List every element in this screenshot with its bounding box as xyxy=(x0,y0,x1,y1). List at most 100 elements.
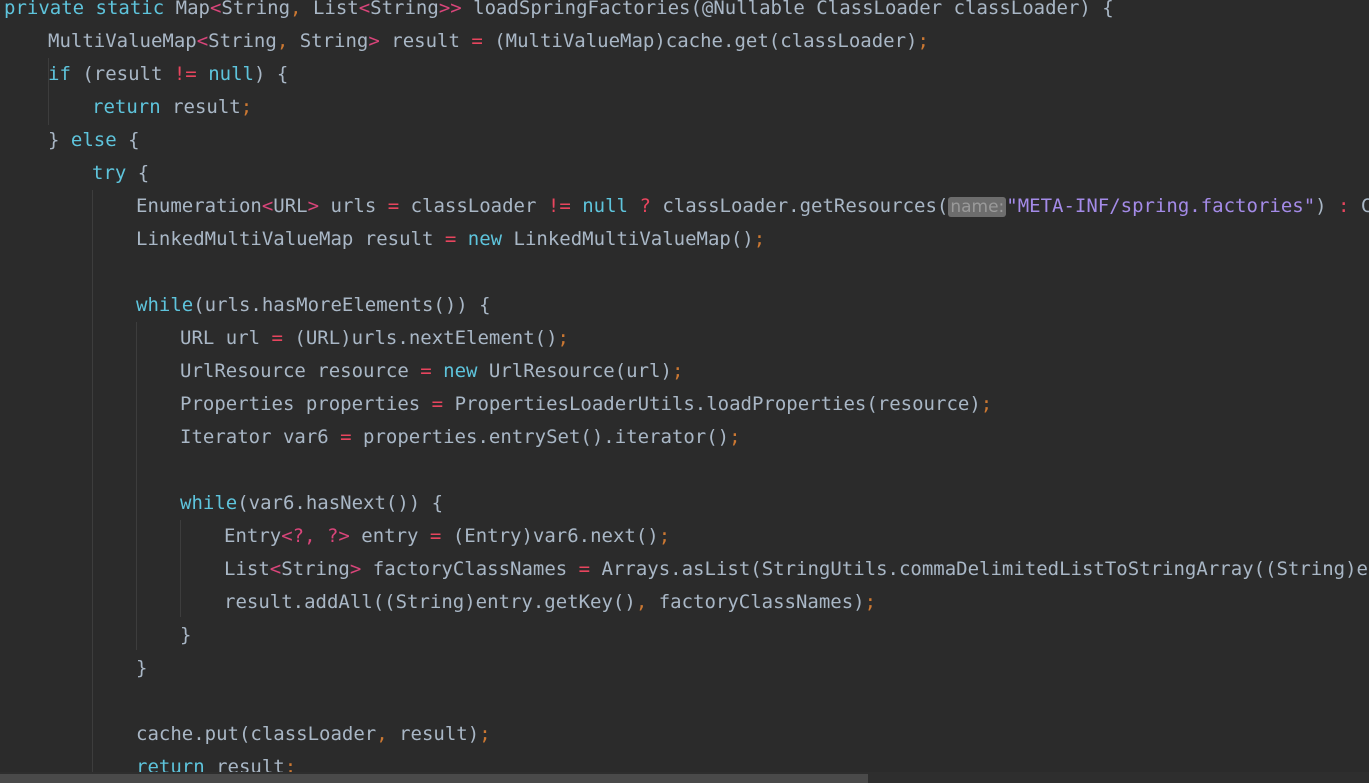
horizontal-scrollbar[interactable] xyxy=(0,772,1369,783)
code-token: } xyxy=(180,624,192,646)
code-token: , xyxy=(276,30,289,52)
code-token: String xyxy=(299,30,369,52)
code-token: result) xyxy=(387,723,480,745)
code-token: ) xyxy=(1315,195,1339,217)
code-token: , xyxy=(376,723,388,745)
code-token: private xyxy=(4,0,85,19)
code-line[interactable]: cache.put(classLoader, result); xyxy=(136,718,491,751)
code-token: resource xyxy=(305,360,421,382)
code-token: = xyxy=(444,228,457,250)
code-token: { xyxy=(116,129,140,151)
code-token: UrlResource xyxy=(180,360,306,382)
code-token: static xyxy=(95,0,165,19)
code-token: , xyxy=(635,591,648,613)
code-token: } xyxy=(136,657,148,679)
code-token: Arrays.asList(StringUtils.commaDelimited… xyxy=(601,558,1369,580)
code-token: new xyxy=(467,228,503,250)
indent-guide xyxy=(180,520,181,617)
code-token: Entry xyxy=(224,525,282,547)
code-token: > xyxy=(368,30,380,52)
code-token: PropertiesLoaderUtils.loadProperties(res… xyxy=(443,393,981,415)
code-token: ; xyxy=(658,525,671,547)
code-token: loadSpringFactories(@Nullable ClassLoade… xyxy=(461,0,1114,19)
code-token: cache.put(classLoader xyxy=(136,723,377,745)
code-line[interactable]: } xyxy=(136,652,147,685)
code-line[interactable]: Enumeration<URL> urls = classLoader != n… xyxy=(136,190,1369,223)
code-line[interactable]: Properties properties = PropertiesLoader… xyxy=(180,388,992,421)
code-token: List xyxy=(224,558,270,580)
code-token: URL xyxy=(273,195,308,217)
code-line[interactable]: LinkedMultiValueMap result = new LinkedM… xyxy=(136,223,765,256)
code-token: properties xyxy=(294,393,432,415)
code-token: : xyxy=(1338,195,1350,217)
code-token: result xyxy=(353,228,445,250)
code-line[interactable]: } else { xyxy=(48,124,140,157)
code-token: ? xyxy=(639,195,651,217)
code-token: var6 xyxy=(271,426,341,448)
code-token: = xyxy=(578,558,591,580)
code-token: result xyxy=(379,30,472,52)
code-line[interactable]: private static Map<String, List<String>>… xyxy=(4,0,1114,25)
code-token: < xyxy=(209,0,222,19)
code-token: (result xyxy=(70,63,174,85)
code-token: new xyxy=(443,360,478,382)
code-line[interactable]: while(urls.hasMoreElements()) { xyxy=(136,289,491,322)
code-token: ; xyxy=(980,393,993,415)
code-line[interactable]: try { xyxy=(92,157,149,190)
code-token: List xyxy=(312,0,359,19)
code-token: String xyxy=(208,30,277,52)
code-token: LinkedMultiValueMap() xyxy=(502,228,754,250)
code-token: ; xyxy=(671,360,684,382)
code-token: urls xyxy=(319,195,388,217)
code-token: < xyxy=(358,0,371,19)
code-token: = xyxy=(420,360,432,382)
code-token: = xyxy=(271,327,283,349)
code-token: ; xyxy=(917,30,929,52)
code-line[interactable]: while(var6.hasNext()) { xyxy=(180,487,443,520)
code-line[interactable]: Entry<?, ?> entry = (Entry)var6.next(); xyxy=(224,520,670,553)
indent-guide xyxy=(136,322,137,650)
code-token: <?, ?> xyxy=(281,525,350,547)
code-token: ; xyxy=(240,96,253,118)
code-token: try xyxy=(92,162,127,184)
code-token: ClassLoader.getSystemResources( xyxy=(1360,195,1369,217)
code-token: factoryClassNames xyxy=(361,558,579,580)
code-line[interactable]: URL url = (URL)urls.nextElement(); xyxy=(180,322,569,355)
code-token: entry xyxy=(349,525,430,547)
code-token: != xyxy=(173,63,197,85)
code-line[interactable]: if (result != null) { xyxy=(48,58,288,91)
code-line[interactable]: } xyxy=(180,619,191,652)
code-line[interactable]: Iterator var6 = properties.entrySet().it… xyxy=(180,421,741,454)
code-line[interactable]: List<String> factoryClassNames = Arrays.… xyxy=(224,553,1369,586)
code-line[interactable]: result.addAll((String)entry.getKey(), fa… xyxy=(224,586,876,619)
code-line[interactable]: UrlResource resource = new UrlResource(u… xyxy=(180,355,683,388)
code-line[interactable]: return result; xyxy=(92,91,252,124)
code-token: ; xyxy=(557,327,569,349)
horizontal-scrollbar-thumb[interactable] xyxy=(0,774,868,783)
code-token: = xyxy=(471,30,483,52)
code-token: = xyxy=(387,195,400,217)
code-token: classLoader.getResources( xyxy=(650,195,949,217)
code-token: result.addAll((String)entry.getKey() xyxy=(224,591,636,613)
code-token: Map xyxy=(175,0,210,19)
code-line[interactable]: MultiValueMap<String, String> result = (… xyxy=(48,25,929,58)
code-token: MultiValueMap xyxy=(48,30,197,52)
code-token: "META-INF/spring.factories" xyxy=(1006,195,1316,217)
code-token: String xyxy=(281,558,350,580)
code-token: > xyxy=(307,195,320,217)
code-token: String xyxy=(370,0,439,19)
code-token: factoryClassNames) xyxy=(647,591,865,613)
code-token: return xyxy=(92,96,161,118)
code-token: (var6.hasNext()) { xyxy=(237,492,444,514)
code-token: ) { xyxy=(253,63,289,85)
code-editor[interactable]: private static Map<String, List<String>>… xyxy=(0,0,1369,783)
